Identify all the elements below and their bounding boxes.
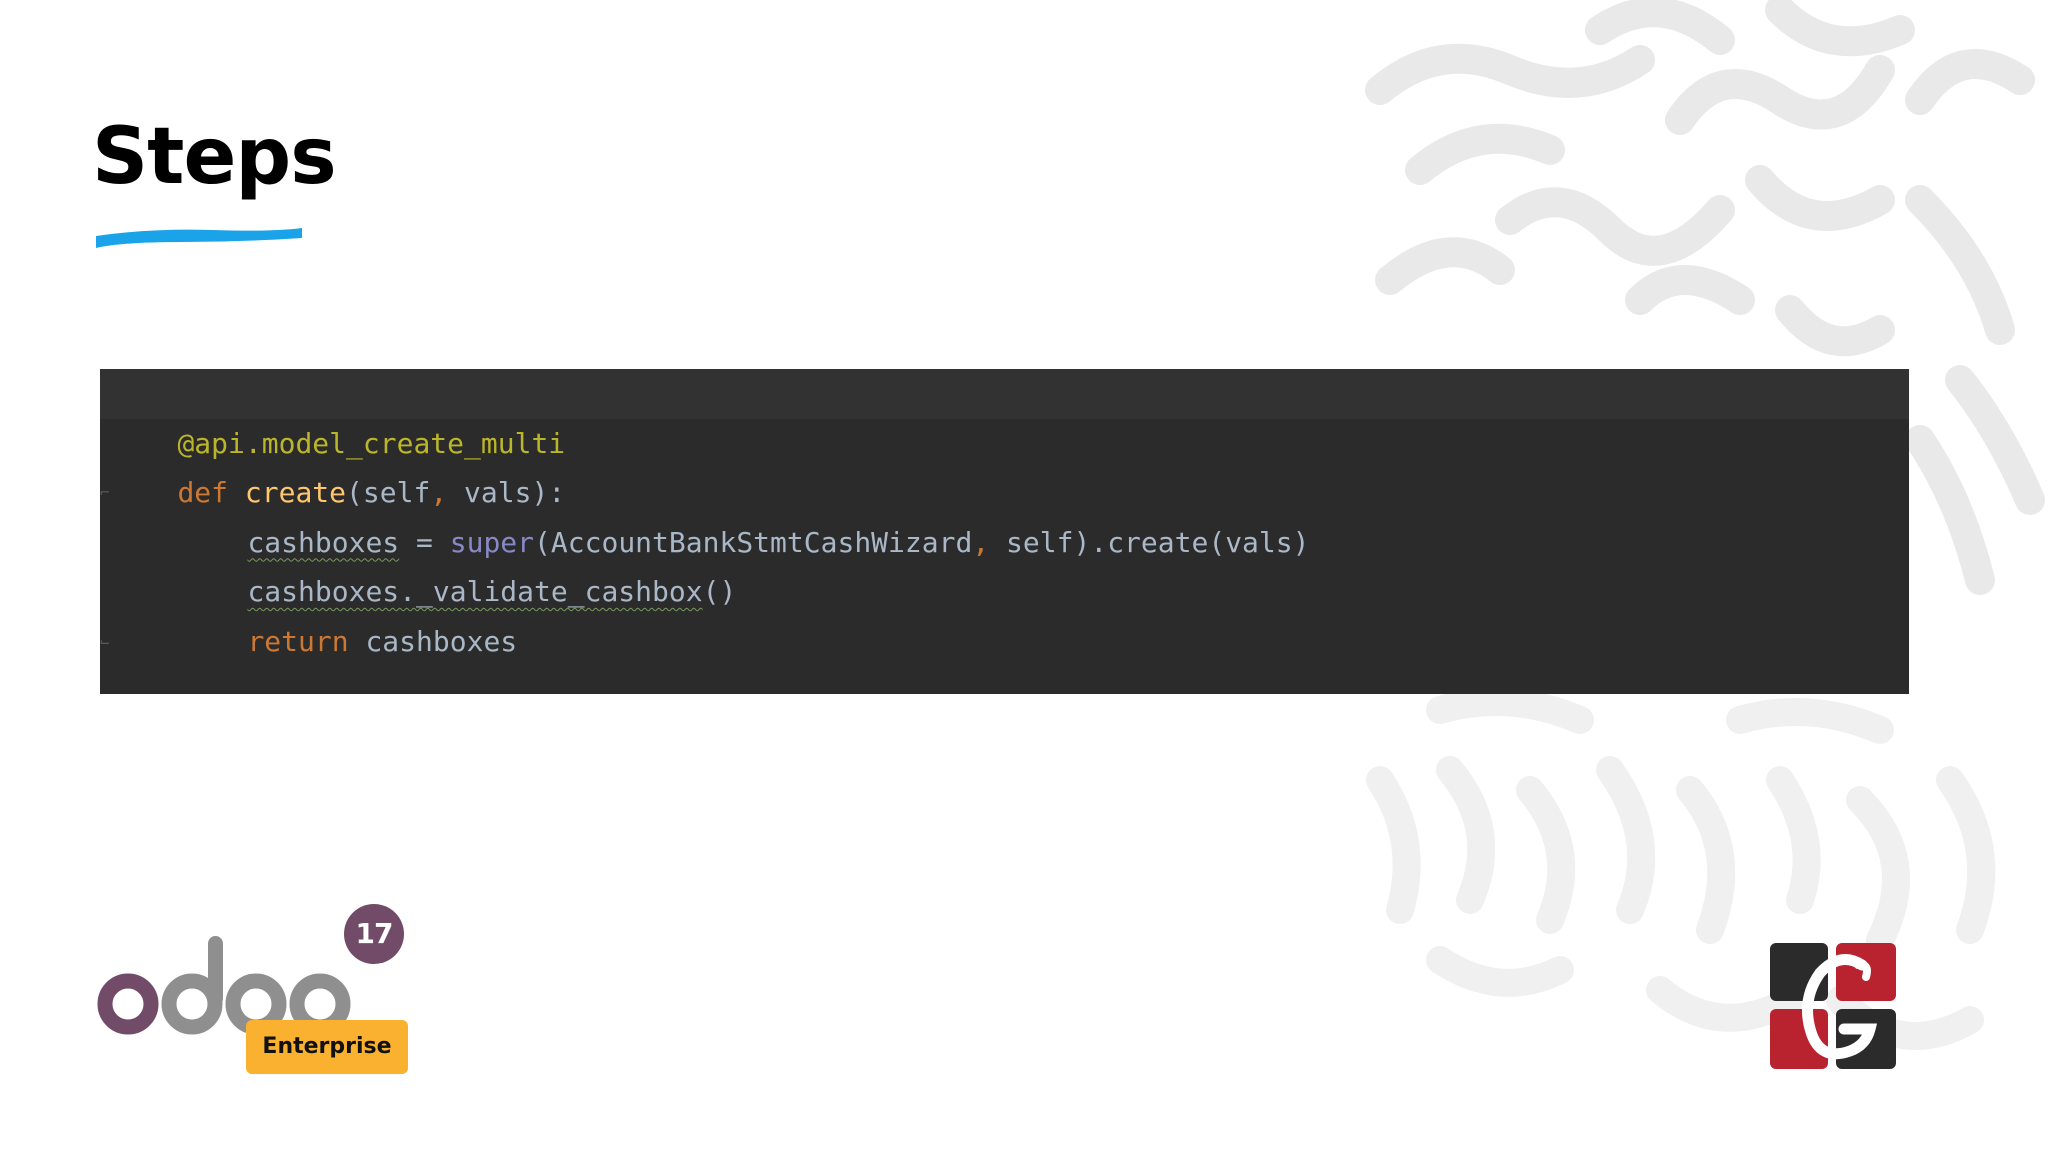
code-keyword-return: return — [247, 624, 349, 658]
version-badge: 17 — [344, 904, 404, 964]
odoo-logo: 17 Enterprise — [96, 900, 426, 1080]
company-logo — [1770, 943, 1896, 1069]
edition-badge: Enterprise — [246, 1020, 408, 1074]
code-line-5: ⌙ return cashboxes — [100, 567, 1909, 658]
code-line-4: cashboxes._validate_cashbox() — [100, 518, 1909, 608]
title-underline-brush — [96, 228, 302, 248]
fold-end-icon: ⌙ — [100, 631, 110, 651]
code-editor-panel: @api.model_create_multi ⌐ def create(self… — [100, 369, 1909, 694]
code-line-2: ⌐ def create(self, vals): — [100, 419, 1909, 509]
code-line-1: @api.model_create_multi — [100, 369, 1909, 460]
code-line-3: cashboxes = super(AccountBankStmtCashWiz… — [100, 468, 1909, 559]
slide-title: Steps — [92, 112, 337, 202]
code-return-value: cashboxes — [348, 624, 518, 658]
